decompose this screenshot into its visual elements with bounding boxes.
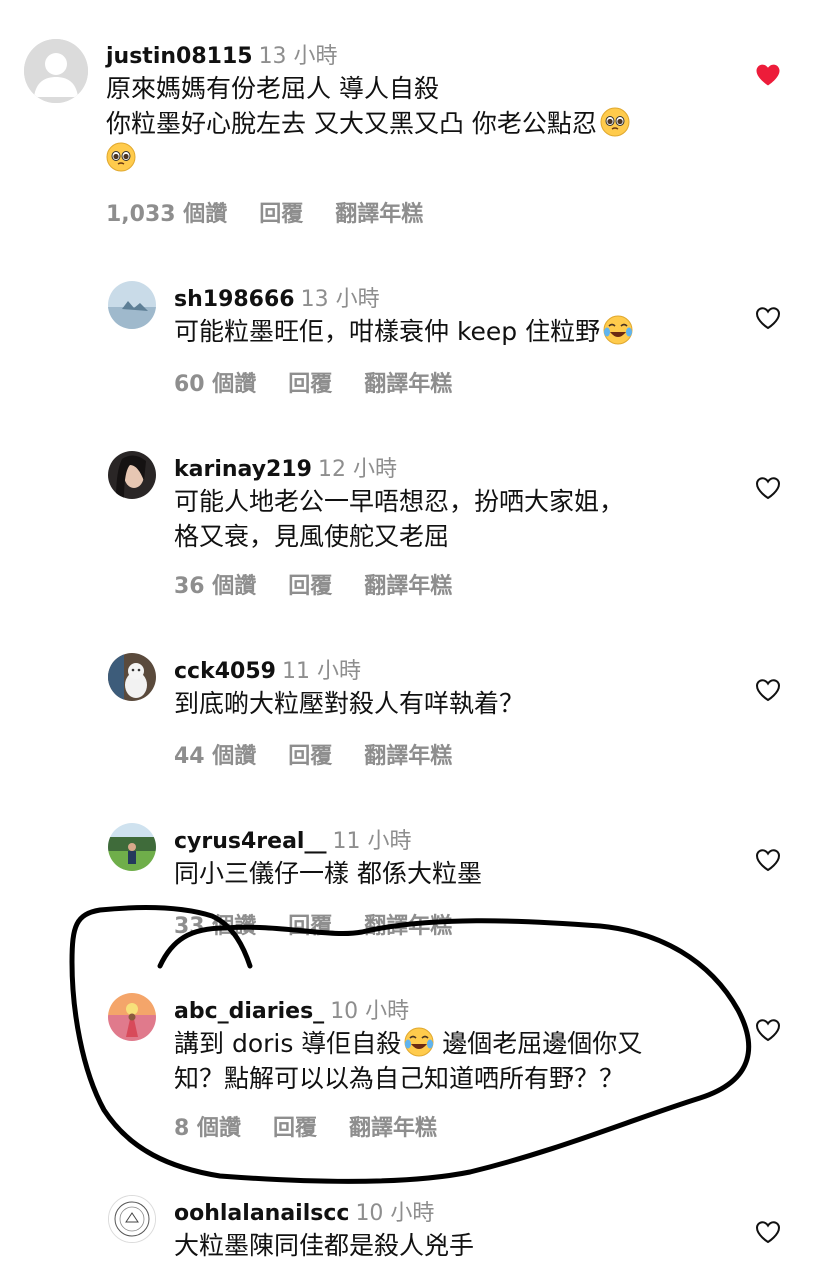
avatar[interactable] <box>108 823 156 871</box>
comment-header: justin08115 13 小時 <box>106 38 338 70</box>
likes-count[interactable]: 36 個讚 <box>174 574 256 599</box>
comment-text: 大粒墨陳同佳都是殺人兇手 <box>174 1228 734 1263</box>
avatar[interactable] <box>108 281 156 329</box>
comment-text: 可能人地老公一早唔想忍，扮哂大家姐， 格又衰，見風使舵又老屈 <box>174 484 734 554</box>
heart-outline-icon[interactable] <box>755 1018 781 1042</box>
comment-text: 可能粒墨旺佢，咁樣衰仲 keep 住粒野 <box>174 314 734 349</box>
comment-header: abc_diaries_ 10 小時 <box>174 993 409 1025</box>
username[interactable]: cyrus4real__ <box>174 829 326 854</box>
comment-actions: 1,033 個讚 回覆 翻譯年糕 <box>106 196 455 228</box>
reply-button[interactable]: 回覆 <box>288 744 332 769</box>
heart-outline-icon[interactable] <box>755 306 781 330</box>
timestamp: 10 小時 <box>355 1201 435 1226</box>
username[interactable]: sh198666 <box>174 287 295 312</box>
reply-button[interactable]: 回覆 <box>288 372 332 397</box>
username[interactable]: oohlalanailscc <box>174 1201 349 1226</box>
default-avatar-icon[interactable] <box>24 39 88 103</box>
comment-line: 可能人地老公一早唔想忍，扮哂大家姐， <box>174 487 625 516</box>
comment-line: 你粒墨好心脫左去 又大又黑又凸 你老公點忍 <box>106 106 746 141</box>
comment-line: 原來媽媽有份老屈人 導人自殺 <box>106 74 439 103</box>
comment-header: cyrus4real__ 11 小時 <box>174 823 411 855</box>
translate-button[interactable]: 翻譯年糕 <box>364 744 452 769</box>
reply-button[interactable]: 回覆 <box>273 1116 317 1141</box>
heart-filled-icon[interactable] <box>755 63 781 87</box>
username[interactable]: cck4059 <box>174 659 276 684</box>
heart-outline-icon[interactable] <box>755 678 781 702</box>
comment-line: 到底啲大粒壓對殺人有咩執着？ <box>174 689 525 718</box>
avatar[interactable] <box>108 1195 156 1243</box>
pleading-face-emoji <box>600 107 630 137</box>
comment-text: 同小三儀仔一樣 都係大粒墨 <box>174 856 734 891</box>
timestamp: 11 小時 <box>332 829 412 854</box>
translate-button[interactable]: 翻譯年糕 <box>364 574 452 599</box>
comment-header: sh198666 13 小時 <box>174 281 380 313</box>
comment-text: 講到 doris 導佢自殺 邊個老屈邊個你又 知？點解可以以為自己知道哂所有野？… <box>174 1026 734 1096</box>
reply-button[interactable]: 回覆 <box>288 914 332 939</box>
username[interactable]: justin08115 <box>106 44 253 69</box>
comment-actions: 36 個讚 回覆 翻譯年糕 <box>174 568 484 600</box>
comment-header: karinay219 12 小時 <box>174 451 397 483</box>
comment-text: 原來媽媽有份老屈人 導人自殺 你粒墨好心脫左去 又大又黑又凸 你老公點忍 <box>106 71 746 176</box>
username[interactable]: abc_diaries_ <box>174 999 324 1024</box>
reply-button[interactable]: 回覆 <box>288 574 332 599</box>
timestamp: 12 小時 <box>317 457 397 482</box>
avatar[interactable] <box>108 653 156 701</box>
timestamp: 13 小時 <box>300 287 380 312</box>
likes-count[interactable]: 60 個讚 <box>174 372 256 397</box>
likes-count[interactable]: 33 個讚 <box>174 914 256 939</box>
comment-line: 同小三儀仔一樣 都係大粒墨 <box>174 859 482 888</box>
avatar[interactable] <box>108 993 156 1041</box>
tears-of-joy-emoji <box>404 1027 434 1057</box>
username[interactable]: karinay219 <box>174 457 312 482</box>
timestamp: 13 小時 <box>258 44 338 69</box>
translate-button[interactable]: 翻譯年糕 <box>349 1116 437 1141</box>
comment-actions: 8 個讚 回覆 翻譯年糕 <box>174 1110 469 1142</box>
heart-outline-icon[interactable] <box>755 848 781 872</box>
avatar[interactable] <box>108 451 156 499</box>
pleading-face-emoji <box>106 142 136 172</box>
translate-button[interactable]: 翻譯年糕 <box>335 202 423 227</box>
translate-button[interactable]: 翻譯年糕 <box>364 372 452 397</box>
comment-header: cck4059 11 小時 <box>174 653 361 685</box>
likes-count[interactable]: 44 個讚 <box>174 744 256 769</box>
likes-count[interactable]: 1,033 個讚 <box>106 202 227 227</box>
comment-line: 大粒墨陳同佳都是殺人兇手 <box>174 1231 475 1260</box>
comment-line: 知？點解可以以為自己知道哂所有野？？ <box>174 1064 625 1093</box>
comment-text: 到底啲大粒壓對殺人有咩執着？ <box>174 686 734 721</box>
comment-actions: 44 個讚 回覆 翻譯年糕 <box>174 738 484 770</box>
heart-outline-icon[interactable] <box>755 476 781 500</box>
likes-count[interactable]: 8 個讚 <box>174 1116 241 1141</box>
tears-of-joy-emoji <box>603 315 633 345</box>
timestamp: 10 小時 <box>330 999 410 1024</box>
comment-line <box>106 141 746 176</box>
comment-line: 講到 doris 導佢自殺 邊個老屈邊個你又 <box>174 1027 643 1058</box>
timestamp: 11 小時 <box>281 659 361 684</box>
translate-button[interactable]: 翻譯年糕 <box>364 914 452 939</box>
comment-actions: 33 個讚 回覆 翻譯年糕 <box>174 908 484 940</box>
comment-line: 格又衰，見風使舵又老屈 <box>174 522 450 551</box>
comment-actions: 60 個讚 回覆 翻譯年糕 <box>174 366 484 398</box>
heart-outline-icon[interactable] <box>755 1220 781 1244</box>
reply-button[interactable]: 回覆 <box>259 202 303 227</box>
comment-header: oohlalanailscc 10 小時 <box>174 1195 434 1227</box>
comment-line: 可能粒墨旺佢，咁樣衰仲 keep 住粒野 <box>174 314 734 349</box>
